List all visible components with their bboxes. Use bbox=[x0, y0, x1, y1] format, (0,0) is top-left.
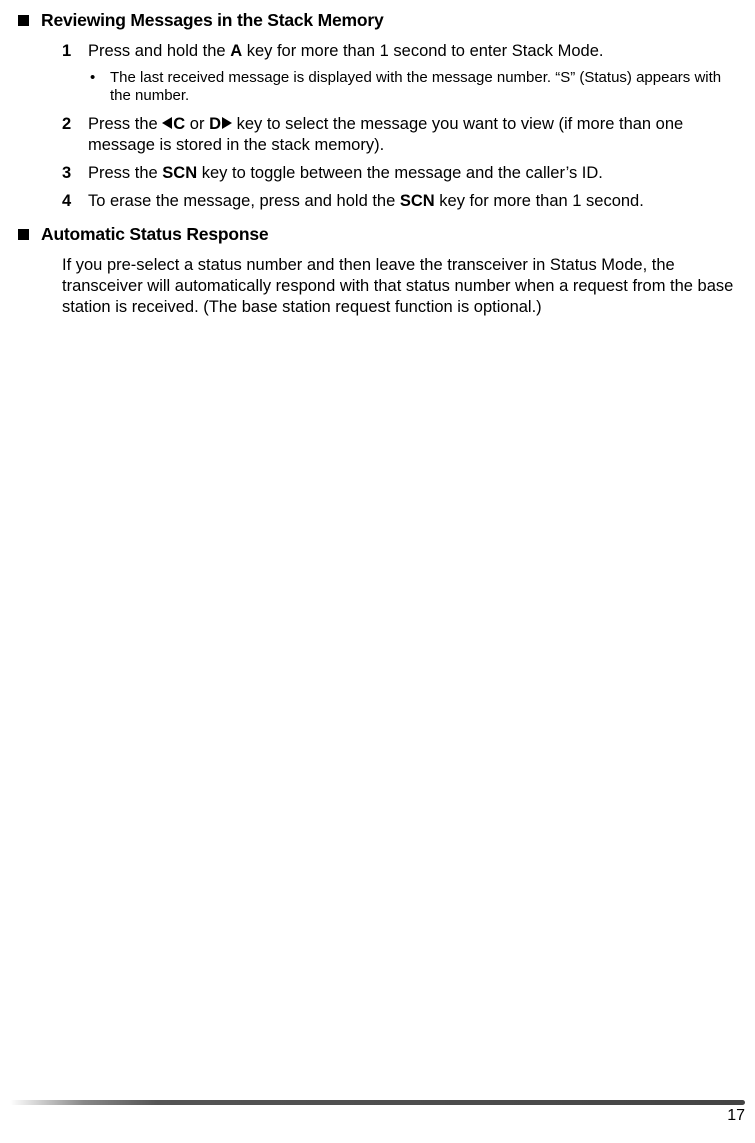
step-text: To erase the message, press and hold the… bbox=[88, 191, 745, 212]
page-footer: 17 bbox=[10, 1100, 745, 1125]
text-fragment: Press the bbox=[88, 115, 162, 133]
footer-divider bbox=[10, 1100, 745, 1105]
section-heading-2: Automatic Status Response bbox=[18, 224, 745, 245]
step-text: Press and hold the A key for more than 1… bbox=[88, 41, 745, 62]
square-bullet-icon bbox=[18, 15, 29, 26]
page-number: 17 bbox=[10, 1107, 745, 1125]
step-1: 1 Press and hold the A key for more than… bbox=[62, 41, 745, 62]
step-2: 2 Press the C or D key to select the mes… bbox=[62, 114, 745, 156]
sub-bullet-1: • The last received message is displayed… bbox=[90, 69, 745, 106]
section-2-paragraph: If you pre-select a status number and th… bbox=[62, 255, 745, 318]
heading-text-2: Automatic Status Response bbox=[41, 224, 268, 244]
key-label: SCN bbox=[400, 192, 435, 210]
step-text: Press the C or D key to select the messa… bbox=[88, 114, 745, 156]
step-text: Press the SCN key to toggle between the … bbox=[88, 163, 745, 184]
text-fragment: Press the bbox=[88, 164, 162, 182]
sub-bullet-text: The last received message is displayed w… bbox=[110, 69, 745, 106]
step-4: 4 To erase the message, press and hold t… bbox=[62, 191, 745, 212]
key-label: A bbox=[230, 42, 242, 60]
square-bullet-icon bbox=[18, 229, 29, 240]
text-fragment: key for more than 1 second to enter Stac… bbox=[242, 42, 603, 60]
triangle-left-icon bbox=[162, 117, 172, 129]
step-number: 2 bbox=[62, 114, 88, 156]
text-fragment: To erase the message, press and hold the bbox=[88, 192, 400, 210]
section-heading-1: Reviewing Messages in the Stack Memory bbox=[18, 10, 745, 31]
text-fragment: key for more than 1 second. bbox=[435, 192, 644, 210]
key-label: D bbox=[209, 115, 221, 133]
heading-text-1: Reviewing Messages in the Stack Memory bbox=[41, 10, 384, 30]
key-label: SCN bbox=[162, 164, 197, 182]
triangle-right-icon bbox=[222, 117, 232, 129]
text-fragment: key to toggle between the message and th… bbox=[197, 164, 603, 182]
text-fragment: Press and hold the bbox=[88, 42, 230, 60]
step-3: 3 Press the SCN key to toggle between th… bbox=[62, 163, 745, 184]
step-number: 4 bbox=[62, 191, 88, 212]
step-number: 1 bbox=[62, 41, 88, 62]
text-fragment: or bbox=[185, 115, 209, 133]
key-label: C bbox=[173, 115, 185, 133]
bullet-dot: • bbox=[90, 69, 110, 106]
step-number: 3 bbox=[62, 163, 88, 184]
